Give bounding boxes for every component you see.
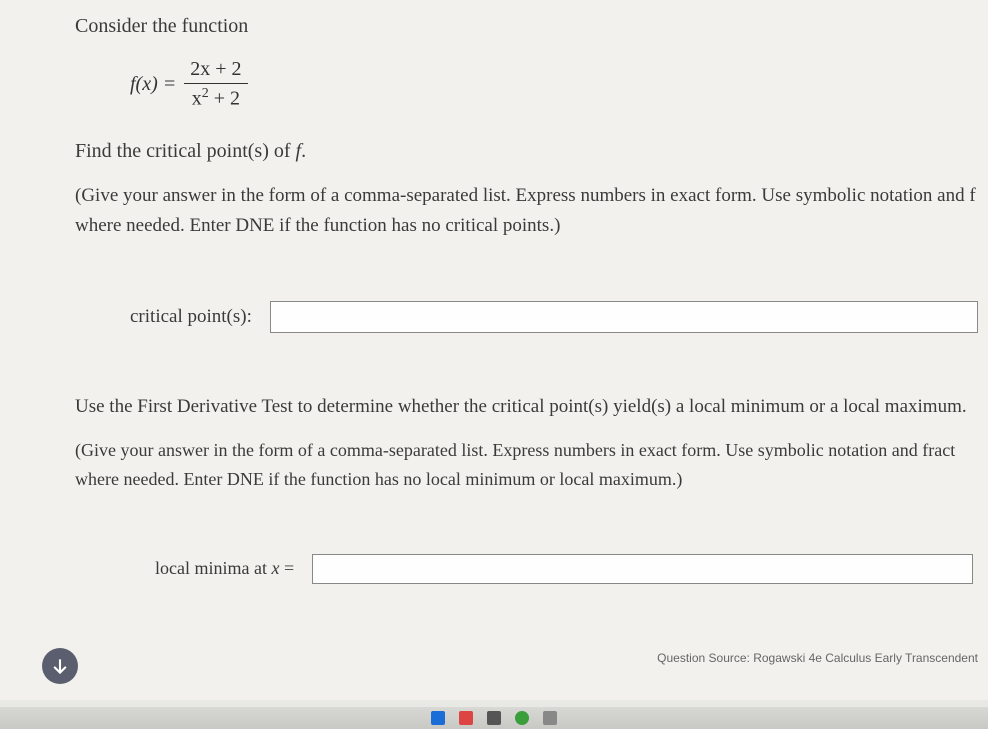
answer-row-2: local minima at x = bbox=[155, 554, 988, 584]
instruction-1: (Give your answer in the form of a comma… bbox=[75, 181, 988, 242]
function-fraction: 2x + 2 x2 + 2 bbox=[184, 58, 247, 111]
critical-points-label: critical point(s): bbox=[130, 306, 252, 328]
fraction-denominator: x2 + 2 bbox=[184, 84, 247, 111]
taskbar-icon[interactable] bbox=[487, 711, 501, 725]
intro-text: Consider the function bbox=[75, 15, 988, 38]
instruction-2: (Give your answer in the form of a comma… bbox=[75, 436, 988, 494]
taskbar-icon[interactable] bbox=[459, 711, 473, 725]
arrow-down-icon bbox=[50, 656, 70, 676]
function-formula: f(x) = 2x + 2 x2 + 2 bbox=[130, 58, 988, 111]
scroll-down-button[interactable] bbox=[42, 648, 78, 684]
fraction-numerator: 2x + 2 bbox=[184, 58, 247, 84]
taskbar bbox=[0, 707, 988, 729]
question-2: Use the First Derivative Test to determi… bbox=[75, 393, 988, 422]
question-content: Consider the function f(x) = 2x + 2 x2 +… bbox=[0, 0, 988, 700]
local-minima-input[interactable] bbox=[312, 554, 973, 584]
question-source: Question Source: Rogawski 4e Calculus Ea… bbox=[657, 651, 978, 665]
critical-points-input[interactable] bbox=[270, 301, 978, 333]
local-minima-label: local minima at x = bbox=[155, 558, 294, 579]
question-1: Find the critical point(s) of f. bbox=[75, 136, 988, 166]
section-2: Use the First Derivative Test to determi… bbox=[75, 393, 988, 583]
taskbar-icon[interactable] bbox=[543, 711, 557, 725]
answer-row-1: critical point(s): bbox=[130, 301, 988, 333]
taskbar-icon[interactable] bbox=[431, 711, 445, 725]
taskbar-icon[interactable] bbox=[515, 711, 529, 725]
function-lhs: f(x) = bbox=[130, 73, 176, 96]
